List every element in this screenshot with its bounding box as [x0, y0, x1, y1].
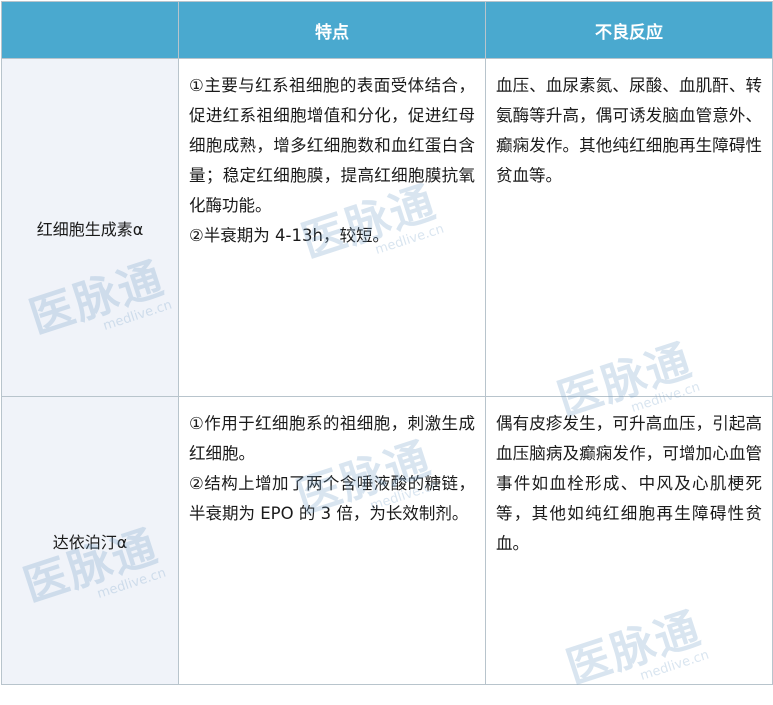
drug-comparison-table: 特点 不良反应 红细胞生成素α ①主要与红系祖细胞的表面受体结合，促进红系祖细胞… [1, 1, 773, 685]
header-blank-cell [1, 1, 179, 59]
drug-features: ①作用于红细胞系的祖细胞，刺激生成红细胞。 ②结构上增加了两个含唾液酸的糖链，半… [178, 396, 486, 685]
drug-adverse-reactions: 偶有皮疹发生，可升高血压，引起高血压脑病及癫痫发作，可增加心血管事件如血栓形成、… [485, 396, 773, 685]
adverse-text: 血压、血尿素氮、尿酸、血肌酐、转氨酶等升高，偶可诱发脑血管意外、癫痫发作。其他纯… [496, 76, 762, 185]
drug-name: 达依泊汀α [1, 396, 179, 685]
adverse-text: 偶有皮疹发生，可升高血压，引起高血压脑病及癫痫发作，可增加心血管事件如血栓形成、… [496, 414, 762, 553]
drug-adverse-reactions: 血压、血尿素氮、尿酸、血肌酐、转氨酶等升高，偶可诱发脑血管意外、癫痫发作。其他纯… [485, 58, 773, 397]
drug-features: ①主要与红系祖细胞的表面受体结合，促进红系祖细胞增值和分化，促进红母细胞成熟，增… [178, 58, 486, 397]
header-features: 特点 [178, 1, 486, 59]
header-adverse-reactions: 不良反应 [485, 1, 773, 59]
feature-item: ②半衰期为 4-13h，较短。 [189, 226, 389, 245]
feature-item: ①作用于红细胞系的祖细胞，刺激生成红细胞。 [189, 414, 475, 463]
table-row: 达依泊汀α ①作用于红细胞系的祖细胞，刺激生成红细胞。 ②结构上增加了两个含唾液… [1, 396, 773, 685]
header-row: 特点 不良反应 [1, 1, 773, 59]
table-row: 红细胞生成素α ①主要与红系祖细胞的表面受体结合，促进红系祖细胞增值和分化，促进… [1, 58, 773, 397]
drug-name: 红细胞生成素α [1, 58, 179, 397]
feature-item: ①主要与红系祖细胞的表面受体结合，促进红系祖细胞增值和分化，促进红母细胞成熟，增… [189, 76, 475, 215]
feature-item: ②结构上增加了两个含唾液酸的糖链，半衰期为 EPO 的 3 倍，为长效制剂。 [189, 474, 475, 523]
